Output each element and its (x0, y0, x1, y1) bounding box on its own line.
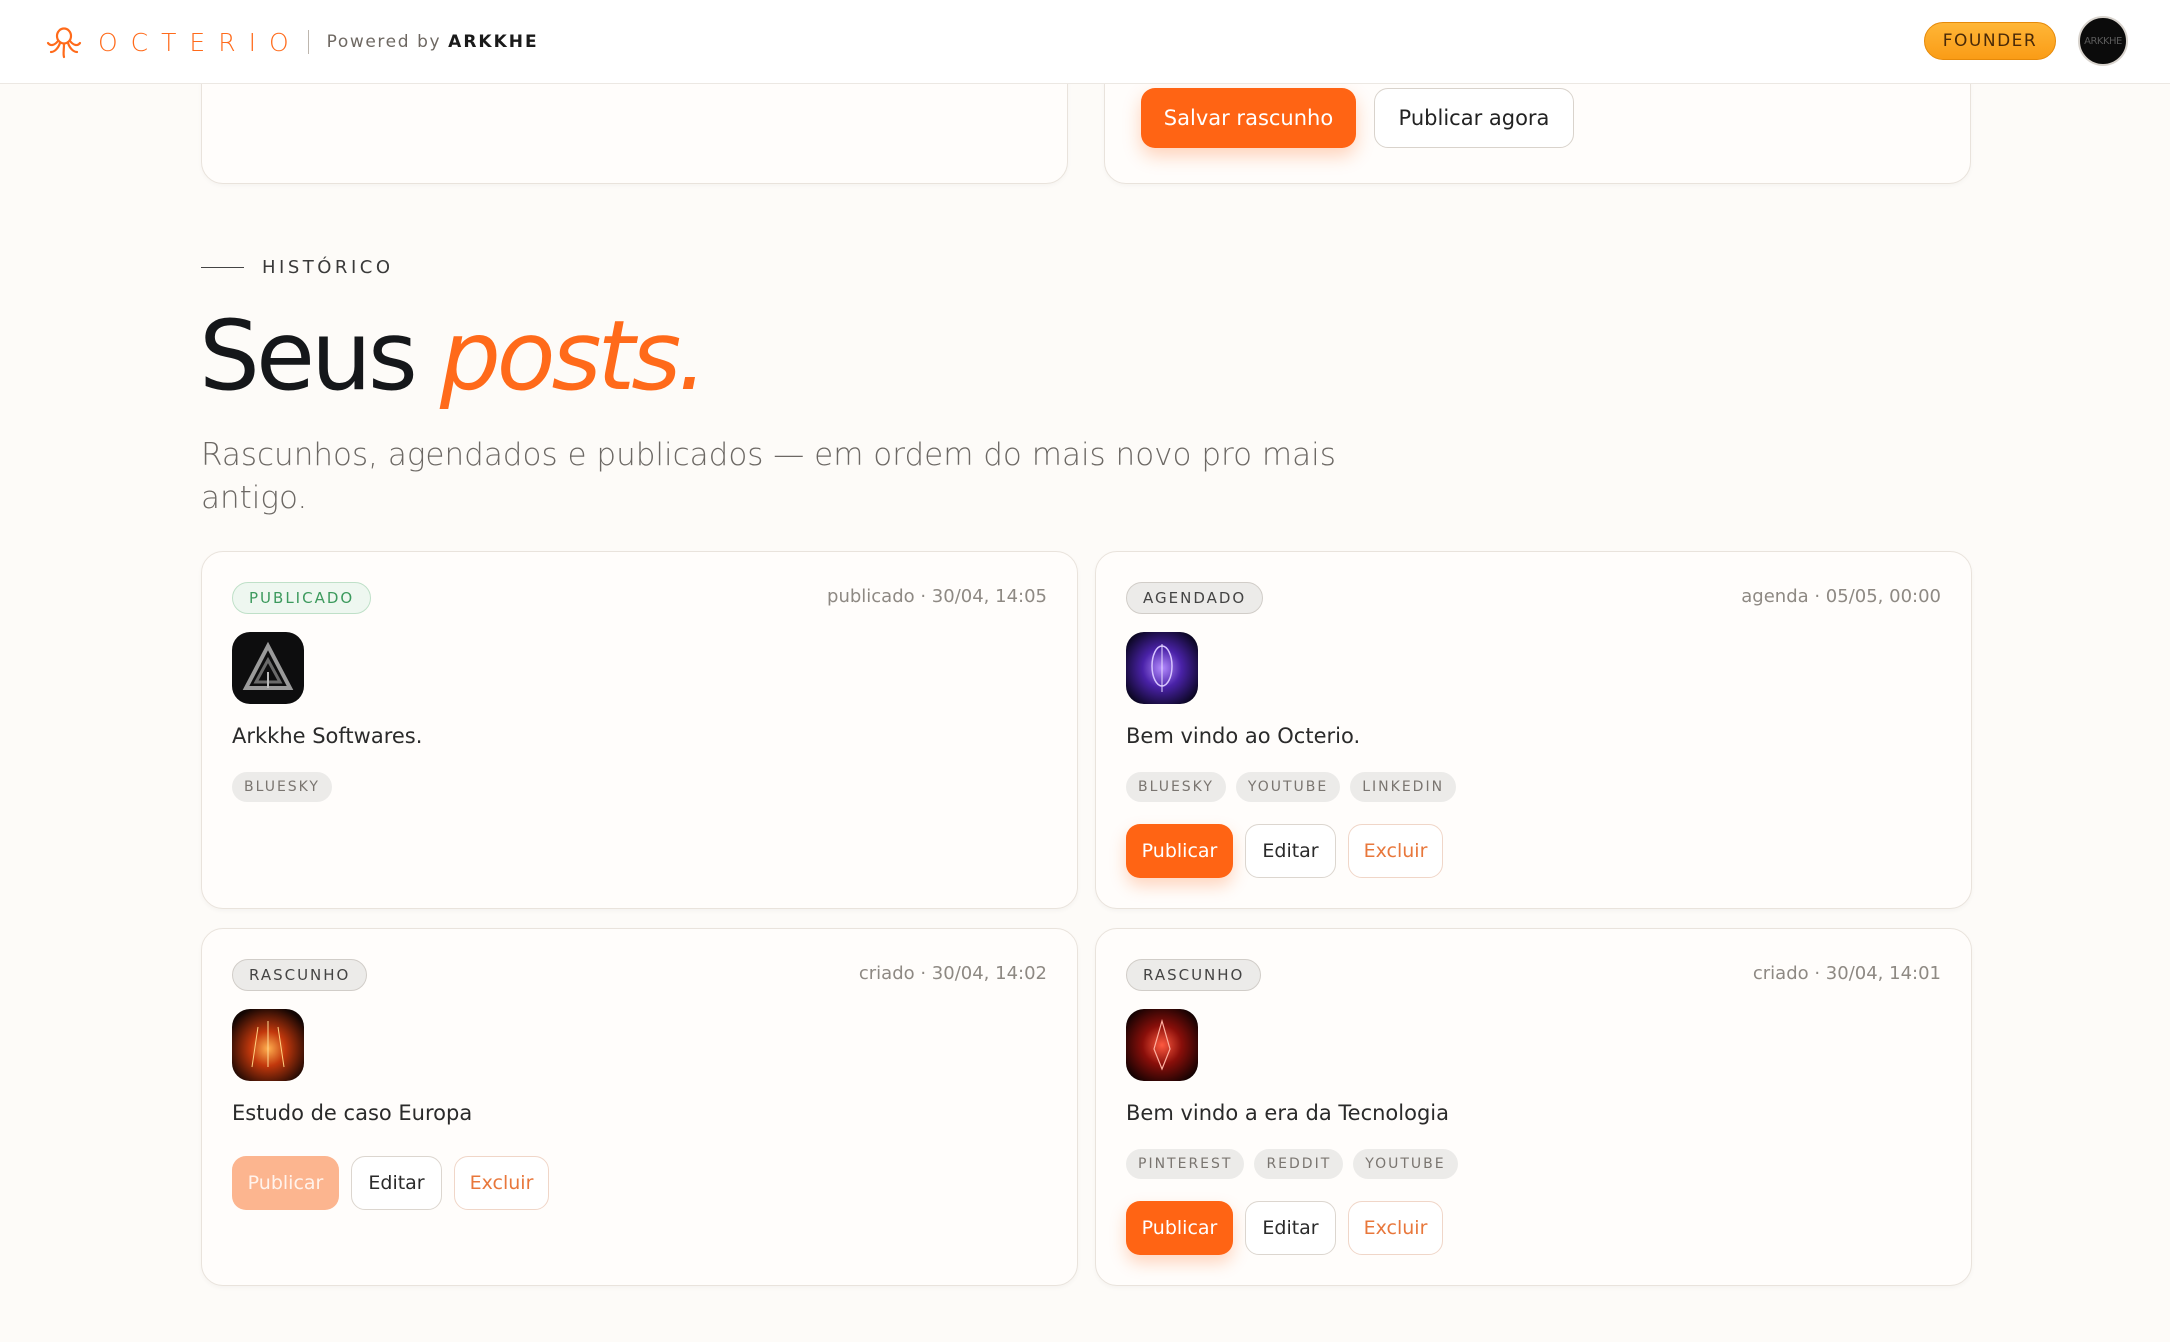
post-thumbnail (232, 1009, 304, 1081)
delete-button[interactable]: Excluir (454, 1156, 549, 1210)
platform-tag: REDDIT (1254, 1149, 1344, 1179)
delete-button[interactable]: Excluir (1348, 824, 1443, 878)
status-badge: RASCUNHO (232, 959, 368, 991)
post-title: Arkkhe Softwares. (232, 724, 423, 748)
post-title: Bem vindo ao Octerio. (1126, 724, 1361, 748)
brand[interactable]: OCTERIO Powered by ARKKHE (44, 22, 539, 62)
delete-button[interactable]: Excluir (1348, 1201, 1443, 1255)
post-title: Estudo de caso Europa (232, 1101, 473, 1125)
post-thumbnail (1126, 632, 1198, 704)
powered-prefix: Powered by (326, 32, 442, 52)
platform-tag: YOUTUBE (1353, 1149, 1458, 1179)
status-badge: PUBLICADO (232, 582, 372, 614)
publish-button[interactable]: Publicar (1126, 1201, 1233, 1255)
edit-button[interactable]: Editar (1245, 1201, 1336, 1255)
avatar[interactable]: ARKKHE (2078, 16, 2128, 66)
post-actions: Publicar Editar Excluir (232, 1156, 549, 1210)
page-title-main: Seus (199, 300, 418, 412)
brand-name: OCTERIO (98, 27, 302, 57)
post-card: PUBLICADO publicado · 30/04, 14:05 Arkkh… (201, 551, 1078, 909)
post-timestamp: publicado · 30/04, 14:05 (827, 586, 1047, 607)
platform-tag: BLUESKY (232, 772, 332, 802)
powered-by: Powered by ARKKHE (327, 32, 539, 52)
page-subtitle: Rascunhos, agendados e publicados — em o… (201, 437, 1336, 516)
post-thumbnail (1126, 1009, 1198, 1081)
platform-tags: BLUESKY YOUTUBE LINKEDIN (1126, 772, 1457, 802)
eyebrow-text: HISTÓRICO (262, 257, 394, 278)
save-draft-button[interactable]: Salvar rascunho (1141, 88, 1356, 148)
top-navigation-bar: OCTERIO Powered by ARKKHE FOUNDER ARKKHE (0, 0, 2170, 84)
post-thumbnail (232, 632, 304, 704)
publish-button[interactable]: Publicar (232, 1156, 339, 1210)
platform-tag: LINKEDIN (1350, 772, 1457, 802)
edit-button[interactable]: Editar (351, 1156, 442, 1210)
plan-badge[interactable]: FOUNDER (1924, 22, 2056, 60)
post-card: RASCUNHO criado · 30/04, 14:01 Bem vindo… (1095, 928, 1972, 1286)
page-title-accent: posts. (439, 300, 708, 412)
platform-tag: BLUESKY (1126, 772, 1226, 802)
platform-tags: BLUESKY (232, 772, 332, 802)
powered-company: ARKKHE (448, 32, 539, 52)
post-timestamp: criado · 30/04, 14:01 (1752, 963, 1941, 984)
status-badge: RASCUNHO (1126, 959, 1262, 991)
eyebrow-line (201, 267, 244, 268)
platform-tags: PINTEREST REDDIT YOUTUBE (1126, 1149, 1458, 1179)
post-card: RASCUNHO criado · 30/04, 14:02 Estudo de… (201, 928, 1078, 1286)
publish-button[interactable]: Publicar (1126, 824, 1233, 878)
edit-button[interactable]: Editar (1245, 824, 1336, 878)
page-title: Seus posts. (199, 296, 708, 416)
post-actions: Publicar Editar Excluir (1126, 824, 1443, 878)
status-badge: AGENDADO (1126, 582, 1264, 614)
section-eyebrow: HISTÓRICO (201, 257, 393, 278)
publish-now-button[interactable]: Publicar agora (1374, 88, 1574, 148)
brand-divider (307, 30, 309, 54)
platform-tag: PINTEREST (1126, 1149, 1245, 1179)
platform-tag: YOUTUBE (1235, 772, 1341, 802)
post-card: AGENDADO agenda · 05/05, 00:00 Bem vindo… (1095, 551, 1972, 909)
post-actions: Publicar Editar Excluir (1126, 1201, 1443, 1255)
octopus-logo-icon (44, 22, 84, 62)
post-timestamp: agenda · 05/05, 00:00 (1741, 586, 1941, 607)
post-timestamp: criado · 30/04, 14:02 (858, 963, 1047, 984)
post-title: Bem vindo a era da Tecnologia (1126, 1101, 1449, 1125)
